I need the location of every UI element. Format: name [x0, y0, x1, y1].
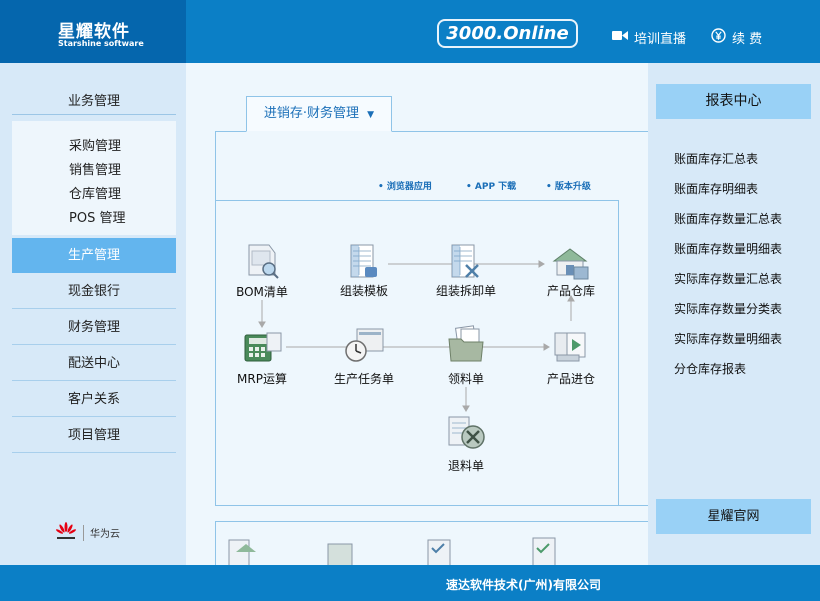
report-item-book-detail[interactable]: 账面库存明细表 [674, 180, 758, 197]
sidebar-item-finance[interactable]: 财务管理 [12, 310, 176, 345]
sidebar-title-divider [12, 114, 176, 115]
sidebar-item-distribution[interactable]: 配送中心 [12, 346, 176, 381]
disassembly-sheet-icon[interactable] [440, 241, 490, 283]
flow-node-material-pick[interactable]: 领料单 [448, 370, 484, 387]
tab-label: 进销存·财务管理 [263, 106, 360, 121]
flow-node-mrp[interactable]: MRP运算 [237, 370, 287, 387]
sidebar-item-crm[interactable]: 客户关系 [12, 382, 176, 417]
report-center-sidebar: 报表中心 账面库存汇总表 账面库存明细表 账面库存数量汇总表 账面库存数量明细表… [648, 63, 820, 565]
sidebar-title: 业务管理 [67, 94, 120, 109]
online-badge[interactable]: 3000.Online [437, 19, 578, 48]
report-item-actual-qty-detail[interactable]: 实际库存数量明细表 [674, 330, 782, 347]
huawei-cloud-badge[interactable]: 华为云 [55, 522, 120, 543]
report-item-book-summary[interactable]: 账面库存汇总表 [674, 150, 758, 167]
flow-node-bom[interactable]: BOM清单 [236, 283, 288, 300]
secondary-panel-icons [228, 537, 556, 567]
sidebar-item-production[interactable]: 生产管理 [12, 238, 176, 273]
sidebar-subitem-sales[interactable]: 销售管理 [69, 159, 121, 178]
report-item-book-qty-summary[interactable]: 账面库存数量汇总表 [674, 210, 782, 227]
report-center-title: 报表中心 [656, 84, 811, 119]
top-header: 星耀软件 Starshine software 3000.Online 培训直播… [0, 0, 820, 63]
footer-company: 速达软件技术(广州)有限公司 [446, 578, 601, 592]
partner-divider [83, 524, 84, 541]
renew-label: 续 费 [732, 32, 763, 47]
product-in-icon[interactable] [545, 325, 595, 367]
report-item-branch-inventory[interactable]: 分仓库存报表 [674, 360, 746, 377]
training-live-link[interactable]: 培训直播 [612, 28, 686, 47]
flow-node-material-return[interactable]: 退料单 [448, 457, 484, 474]
report-item-actual-qty-summary[interactable]: 实际库存数量汇总表 [674, 270, 782, 287]
sidebar-submenu: 采购管理 销售管理 仓库管理 POS 管理 [12, 121, 176, 235]
flow-node-production-task[interactable]: 生产任务单 [334, 370, 394, 387]
return-cancel-icon[interactable] [441, 411, 491, 453]
server-icon [327, 543, 353, 567]
warehouse-icon[interactable] [546, 243, 596, 285]
report-item-book-qty-detail[interactable]: 账面库存数量明细表 [674, 240, 782, 257]
brand-subtitle: Starshine software [58, 39, 144, 48]
yen-circle-icon [711, 28, 726, 47]
flow-node-disassembly[interactable]: 组装拆卸单 [436, 282, 496, 299]
checklist-icon [427, 539, 451, 567]
flow-node-template[interactable]: 组装模板 [340, 282, 388, 299]
mrp-calculator-icon[interactable] [237, 327, 287, 369]
flow-node-product-warehouse[interactable]: 产品仓库 [547, 282, 595, 299]
sidebar-subitem-warehouse[interactable]: 仓库管理 [69, 183, 121, 202]
task-clock-icon[interactable] [339, 323, 389, 365]
clipboard-check-icon [532, 537, 556, 567]
partner-label: 华为云 [90, 529, 120, 540]
sidebar-item-project[interactable]: 项目管理 [12, 418, 176, 453]
sidebar-item-cash-bank[interactable]: 现金银行 [12, 274, 176, 309]
left-sidebar: 业务管理 采购管理 销售管理 仓库管理 POS 管理 生产管理 现金银行 财务管… [0, 63, 186, 565]
tab-inventory-finance[interactable]: 进销存·财务管理 ▼ [246, 96, 392, 132]
footer: 速达软件技术(广州)有限公司 [0, 565, 820, 601]
main-panel: 进销存·财务管理 ▼ • 浏览器应用 • APP 下载 • 版本升级 BOM清单… [186, 63, 648, 567]
flow-node-product-in[interactable]: 产品进仓 [547, 370, 595, 387]
sidebar-subitem-purchase[interactable]: 采购管理 [69, 135, 121, 154]
arrow-template-warehouse [538, 260, 545, 268]
video-camera-icon [612, 30, 628, 45]
huawei-logo-icon [55, 522, 77, 543]
template-sheet-icon[interactable] [339, 241, 389, 283]
renew-link[interactable]: 续 费 [711, 28, 762, 47]
report-item-actual-qty-category[interactable]: 实际库存数量分类表 [674, 300, 782, 317]
brand-logo[interactable]: 星耀软件 Starshine software [0, 0, 186, 63]
sidebar-subitem-pos[interactable]: POS 管理 [69, 207, 125, 226]
training-live-label: 培训直播 [634, 32, 687, 47]
official-site-button[interactable]: 星耀官网 [656, 499, 811, 534]
doc-house-icon [228, 539, 256, 567]
caret-down-icon: ▼ [367, 110, 375, 120]
folder-docs-icon[interactable] [441, 323, 491, 365]
secondary-panel [215, 521, 648, 567]
flow-connectors [258, 260, 575, 412]
bom-scanner-icon[interactable] [237, 239, 287, 281]
